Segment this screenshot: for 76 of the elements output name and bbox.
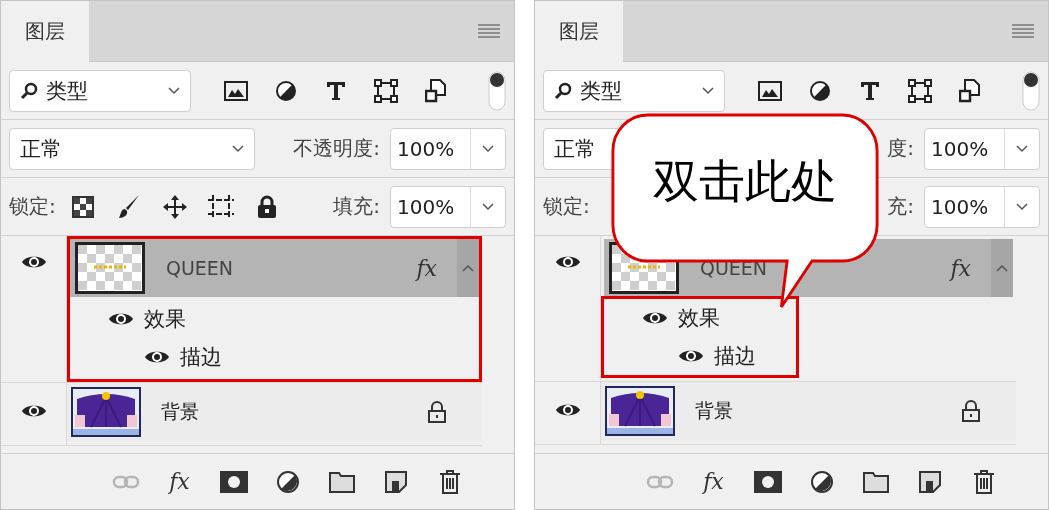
caret-up-icon[interactable] bbox=[996, 264, 1008, 272]
fill-field[interactable]: 100% bbox=[924, 185, 1040, 228]
effects-label[interactable]: 效果 bbox=[678, 304, 720, 332]
half-circle-icon[interactable] bbox=[809, 469, 834, 494]
fx-button[interactable]: fx bbox=[699, 465, 728, 498]
checker-icon[interactable] bbox=[71, 195, 94, 218]
eye-icon[interactable] bbox=[678, 348, 704, 364]
lock-label: 锁定: bbox=[9, 193, 56, 220]
chevron-down-icon[interactable] bbox=[482, 202, 494, 211]
fx-label: fx bbox=[950, 255, 971, 281]
opacity-label: 不透明度: bbox=[293, 135, 380, 162]
eye-icon[interactable] bbox=[642, 310, 668, 326]
layer-row[interactable]: QUEEN fx bbox=[70, 239, 479, 297]
fill-field[interactable]: 100% bbox=[390, 185, 506, 228]
panel-tab[interactable]: 图层 bbox=[1, 1, 89, 62]
image-icon[interactable] bbox=[758, 80, 782, 101]
eye-icon[interactable] bbox=[554, 254, 581, 270]
shape-icon[interactable] bbox=[374, 78, 398, 103]
filter-toggle[interactable] bbox=[488, 70, 506, 111]
search-icon bbox=[20, 81, 38, 100]
chevron-down-icon[interactable] bbox=[168, 86, 180, 95]
half-circle-icon[interactable] bbox=[809, 79, 831, 102]
chevron-down-icon[interactable] bbox=[1016, 202, 1028, 211]
mask-icon[interactable] bbox=[219, 470, 248, 493]
opacity-field[interactable]: 100% bbox=[390, 127, 506, 170]
shape-icon[interactable] bbox=[908, 78, 932, 103]
type-icon[interactable] bbox=[859, 79, 881, 102]
document-icon[interactable] bbox=[425, 78, 447, 103]
layer-name: 背景 bbox=[695, 398, 734, 423]
mask-icon[interactable] bbox=[753, 470, 782, 493]
chevron-down-icon[interactable] bbox=[232, 144, 244, 153]
callout-text: 双击此处 bbox=[652, 153, 838, 210]
chevron-down-icon[interactable] bbox=[1016, 144, 1028, 153]
layer-name: 背景 bbox=[161, 399, 200, 424]
new-layer-icon[interactable] bbox=[383, 469, 408, 494]
move-icon[interactable] bbox=[161, 193, 188, 220]
layer-name: QUEEN bbox=[166, 257, 235, 279]
eye-icon[interactable] bbox=[20, 403, 47, 419]
half-circle-icon[interactable] bbox=[275, 469, 300, 494]
image-icon[interactable] bbox=[224, 80, 248, 101]
folder-icon[interactable] bbox=[862, 470, 889, 493]
eye-icon[interactable] bbox=[144, 349, 170, 365]
fx-label: fx bbox=[416, 255, 437, 281]
eye-icon[interactable] bbox=[108, 311, 134, 327]
opacity-field[interactable]: 100% bbox=[924, 127, 1040, 170]
fx-button[interactable]: fx bbox=[165, 465, 194, 498]
filter-dropdown[interactable]: 类型 bbox=[543, 69, 725, 112]
eye-icon[interactable] bbox=[20, 254, 47, 270]
trash-icon[interactable] bbox=[438, 468, 461, 495]
half-circle-icon[interactable] bbox=[275, 79, 297, 102]
thumbnail-drawing bbox=[74, 241, 146, 295]
fill-label: 充: bbox=[887, 193, 914, 220]
folder-icon[interactable] bbox=[328, 470, 355, 493]
fill-label: 填充: bbox=[333, 193, 380, 220]
caret-up-icon[interactable] bbox=[462, 264, 474, 272]
chevron-down-icon[interactable] bbox=[702, 86, 714, 95]
lock-icon[interactable] bbox=[256, 194, 277, 219]
document-icon[interactable] bbox=[959, 78, 981, 103]
opacity-label: 度: bbox=[887, 135, 914, 162]
panel-tab[interactable]: 图层 bbox=[535, 1, 623, 62]
filter-toggle[interactable] bbox=[1022, 70, 1040, 111]
blend-mode-dropdown[interactable]: 正常 bbox=[9, 127, 255, 170]
layer-row[interactable]: 背景 bbox=[67, 383, 482, 441]
new-layer-icon[interactable] bbox=[917, 469, 942, 494]
trash-icon[interactable] bbox=[972, 468, 995, 495]
layer-row[interactable]: 背景 bbox=[601, 382, 1016, 440]
type-icon[interactable] bbox=[325, 79, 347, 102]
filter-dropdown[interactable]: 类型 bbox=[9, 69, 191, 112]
lock-label: 锁定: bbox=[543, 193, 590, 220]
effect-label[interactable]: 描边 bbox=[714, 342, 756, 370]
effects-label[interactable]: 效果 bbox=[144, 305, 186, 333]
chevron-down-icon[interactable] bbox=[482, 144, 494, 153]
effect-label[interactable]: 描边 bbox=[180, 343, 222, 371]
eye-icon[interactable] bbox=[554, 402, 581, 418]
search-icon bbox=[554, 81, 572, 100]
crop-icon[interactable] bbox=[206, 193, 235, 220]
